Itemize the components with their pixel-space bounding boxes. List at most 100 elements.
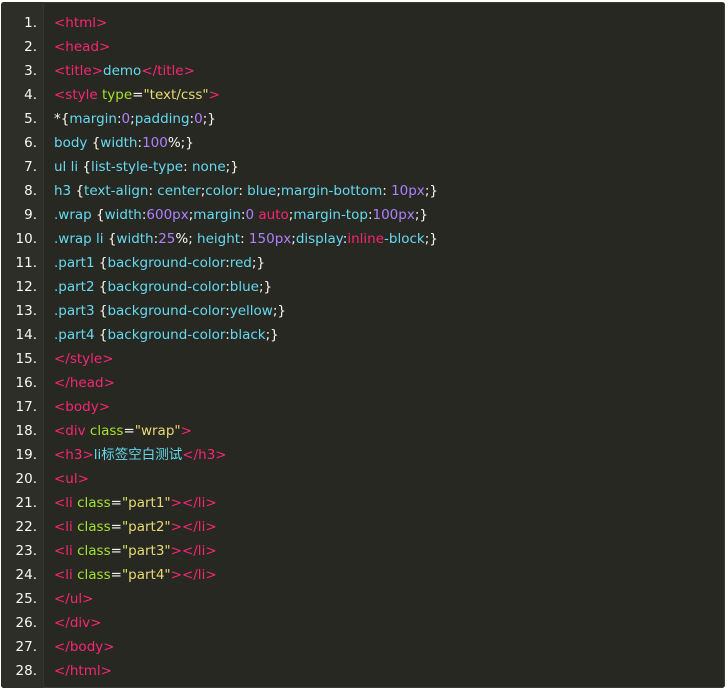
line-number: 21.	[15, 495, 37, 511]
code-line: 10. .wrap li {width:25%; height: 150px;di…	[1, 227, 725, 251]
code-token: width	[104, 207, 142, 223]
code-token: "part4"	[121, 567, 171, 583]
line-number: 18.	[15, 423, 37, 439]
code-token: </ul>	[54, 591, 94, 607]
code-line: 28. </html>	[1, 659, 725, 683]
code-text: <h3>li标签空白测试</h3>	[54, 443, 227, 467]
code-token: demo	[103, 63, 142, 79]
code-text: <div class="wrap">	[54, 419, 192, 443]
code-text: .part2 {background-color:blue;}	[54, 275, 272, 299]
code-token: 10px	[391, 183, 425, 199]
code-line: 1. <html>	[1, 11, 725, 35]
code-token: ></li>	[170, 495, 217, 511]
code-line: 16. </head>	[1, 371, 725, 395]
code-text: body {width:100%;}	[54, 131, 194, 155]
code-token: ></li>	[170, 543, 217, 559]
code-text: .part1 {background-color:red;}	[54, 251, 265, 275]
code-token: ></li>	[170, 567, 217, 583]
code-token: <li	[54, 519, 78, 535]
code-line: 27. </body>	[1, 635, 725, 659]
line-number: 22.	[15, 519, 37, 535]
line-number: 1.	[24, 15, 37, 31]
code-token: .part1	[54, 255, 99, 271]
code-token: "text/css"	[143, 87, 209, 103]
line-number: 11.	[15, 255, 37, 271]
code-token: <title>	[54, 63, 104, 79]
line-number: 7.	[24, 159, 37, 175]
code-token: <body>	[54, 399, 111, 415]
code-line: 24. <li class="part4"></li>	[1, 563, 725, 587]
code-text: .wrap {width:600px;margin:0 auto;margin-…	[54, 203, 428, 227]
code-token: auto	[258, 207, 289, 223]
code-token: ;}	[225, 159, 239, 175]
code-token: >	[180, 423, 192, 439]
code-line: 2. <head>	[1, 35, 725, 59]
code-text: </div>	[54, 611, 101, 635]
code-token: "part3"	[121, 543, 171, 559]
code-token: class	[77, 519, 111, 535]
line-number: 17.	[15, 399, 37, 415]
code-token: <html>	[54, 15, 108, 31]
line-number: 6.	[24, 135, 37, 151]
code-line: 23. <li class="part3"></li>	[1, 539, 725, 563]
code-token: :	[238, 183, 248, 199]
code-token: "wrap"	[134, 423, 181, 439]
code-text: <html>	[54, 11, 107, 35]
code-token: list-style-type	[91, 159, 184, 175]
code-token: 150px	[248, 231, 292, 247]
code-token: <div	[54, 423, 90, 439]
code-token: 25	[158, 231, 176, 247]
line-number: 15.	[15, 351, 37, 367]
code-token: .part3	[54, 303, 99, 319]
line-number: 16.	[15, 375, 37, 391]
code-token: height	[197, 231, 241, 247]
code-line: 20. <ul>	[1, 467, 725, 491]
code-token: {	[96, 207, 105, 223]
code-token: class	[77, 543, 111, 559]
code-token: width	[116, 231, 154, 247]
code-token: background-color	[107, 255, 226, 271]
code-text: </html>	[54, 659, 112, 683]
code-token: </body>	[54, 639, 115, 655]
code-line: 11. .part1 {background-color:red;}	[1, 251, 725, 275]
code-line: 19. <h3>li标签空白测试</h3>	[1, 443, 725, 467]
code-line: 17. <body>	[1, 395, 725, 419]
code-text: <head>	[54, 35, 110, 59]
code-token: 0	[245, 207, 259, 223]
code-token: -block	[384, 231, 425, 247]
code-text: <li class="part4"></li>	[54, 563, 217, 587]
code-token: .wrap li	[54, 231, 108, 247]
code-line: 4. <style type="text/css">	[1, 83, 725, 107]
code-token: =	[110, 495, 122, 511]
code-token: padding	[134, 111, 190, 127]
code-token: margin	[69, 111, 117, 127]
code-text: </body>	[54, 635, 115, 659]
line-number: 3.	[24, 63, 37, 79]
code-token: </title>	[141, 63, 195, 79]
line-number: 5.	[24, 111, 37, 127]
code-token: background-color	[107, 303, 226, 319]
line-number: 10.	[15, 231, 37, 247]
line-number: 28.	[15, 663, 37, 679]
code-token: =	[110, 543, 122, 559]
code-line: 15. </style>	[1, 347, 725, 371]
code-token: <ul>	[54, 471, 89, 487]
code-token: blue	[247, 183, 277, 199]
code-line: 8. h3 {text-align: center;color: blue;mar…	[1, 179, 725, 203]
line-number: 8.	[24, 183, 37, 199]
code-token: >	[208, 87, 220, 103]
code-token: background-color	[107, 279, 226, 295]
code-token: .part2	[54, 279, 99, 295]
code-token: ;}	[424, 231, 438, 247]
code-token: class	[77, 567, 111, 583]
code-token: =	[110, 567, 122, 583]
code-token: {	[82, 159, 91, 175]
code-token: ;}	[265, 327, 279, 343]
code-token: margin-top	[293, 207, 368, 223]
code-token: =	[123, 423, 135, 439]
code-text: </ul>	[54, 587, 93, 611]
line-number: 26.	[15, 615, 37, 631]
code-line: 22. <li class="part2"></li>	[1, 515, 725, 539]
code-token: </html>	[54, 663, 112, 679]
line-number: 12.	[15, 279, 37, 295]
